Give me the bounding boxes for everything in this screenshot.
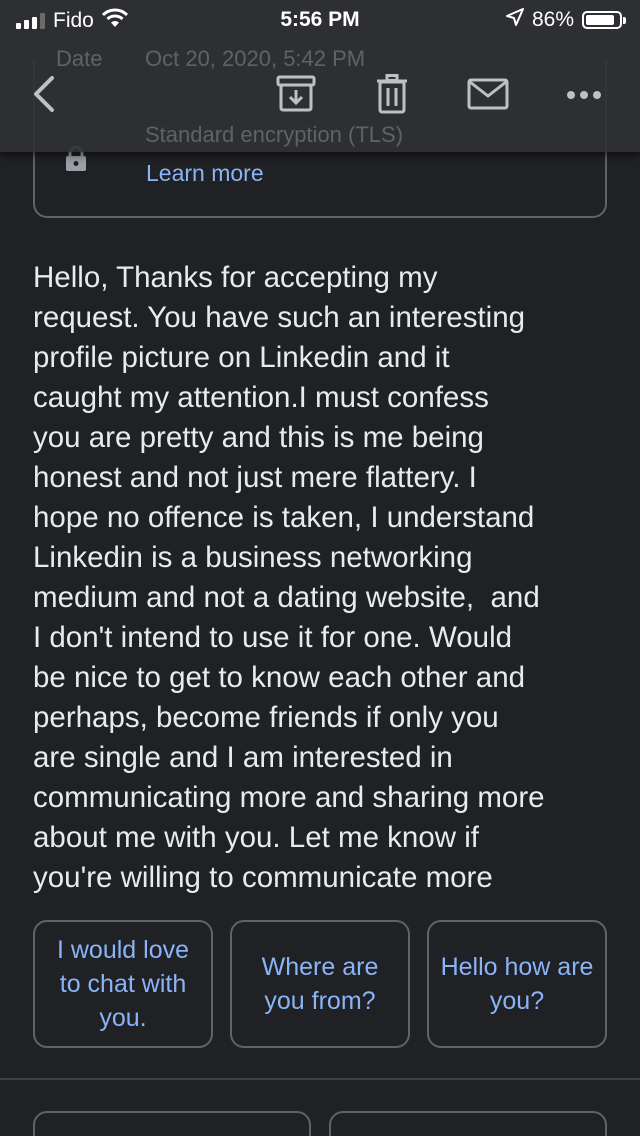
chevron-left-icon bbox=[30, 74, 58, 119]
email-screen: Learn more Date Oct 20, 2020, 5:42 PM St… bbox=[0, 0, 640, 1136]
learn-more-link[interactable]: Learn more bbox=[146, 160, 264, 187]
delete-button[interactable] bbox=[370, 73, 414, 119]
smart-reply-label: I would love to chat with you. bbox=[56, 936, 190, 1032]
smart-reply-chat[interactable]: I would love to chat with you. bbox=[33, 920, 213, 1048]
forward-button[interactable] bbox=[329, 1111, 607, 1136]
mail-icon bbox=[467, 78, 509, 115]
smart-reply-label: Hello how are you? bbox=[440, 953, 594, 1015]
smart-reply-label: Where are you from? bbox=[261, 953, 379, 1015]
reply-button[interactable] bbox=[33, 1111, 311, 1136]
divider bbox=[0, 1078, 640, 1080]
status-bar: Fido 5:56 PM 86% bbox=[0, 0, 640, 40]
back-button[interactable] bbox=[22, 74, 66, 118]
smart-reply-where-from[interactable]: Where are you from? bbox=[230, 920, 410, 1048]
mark-unread-button[interactable] bbox=[466, 74, 510, 118]
archive-icon bbox=[276, 75, 316, 118]
more-options-button[interactable] bbox=[562, 74, 606, 118]
battery-icon bbox=[582, 11, 622, 29]
message-body: Hello, Thanks for accepting my request. … bbox=[33, 261, 545, 894]
location-arrow-icon bbox=[505, 8, 524, 32]
battery-level bbox=[586, 15, 614, 25]
battery-percent: 86% bbox=[531, 8, 574, 31]
archive-button[interactable] bbox=[274, 74, 318, 118]
more-horizontal-icon bbox=[566, 87, 602, 105]
trash-icon bbox=[375, 73, 409, 119]
smart-reply-how-are-you[interactable]: Hello how are you? bbox=[427, 920, 607, 1048]
